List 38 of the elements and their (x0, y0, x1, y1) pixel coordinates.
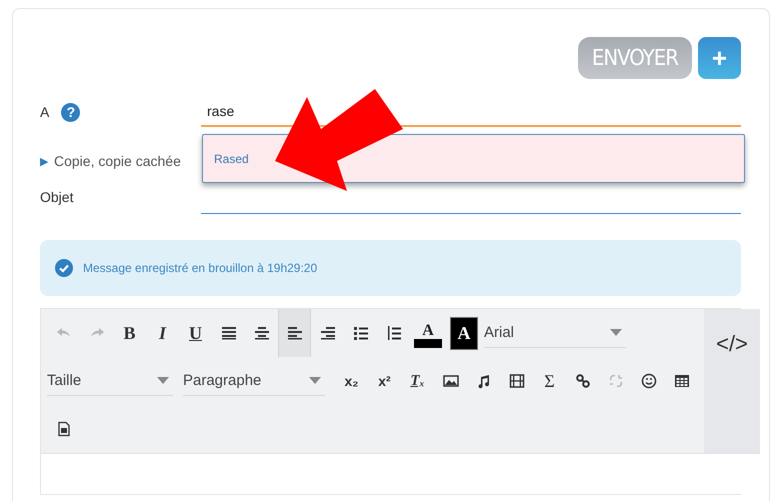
smiley-icon (640, 373, 656, 389)
source-code-button[interactable]: </> (710, 329, 754, 359)
music-note-icon (476, 373, 492, 389)
image-icon (442, 373, 458, 389)
document-icon (56, 421, 72, 437)
font-select[interactable]: Paragraphe (183, 366, 325, 396)
subject-label: Objet (40, 188, 74, 204)
highlight-color-button[interactable]: A (450, 316, 478, 350)
suggestion-item[interactable]: Rased (214, 152, 249, 166)
expand-toggle[interactable]: ▶ (40, 154, 48, 168)
numbered-list-icon (386, 325, 402, 341)
align-left-button[interactable] (278, 309, 311, 357)
align-right-icon (320, 325, 336, 341)
notice-text: Message enregistré en brouillon à 19h29:20 (83, 261, 318, 275)
bullet-list-icon (352, 325, 368, 341)
italic-button[interactable]: I (146, 309, 179, 357)
align-left-icon (286, 325, 302, 341)
caret-icon (309, 377, 321, 384)
cc-link[interactable]: Copie, copie cachée (54, 153, 181, 169)
recipient-label: A (40, 104, 50, 120)
caret-icon (610, 329, 622, 336)
justify-icon (220, 325, 236, 341)
clear-format-button[interactable]: Tₓ (401, 357, 434, 405)
link-icon (574, 373, 590, 389)
film-icon (508, 373, 524, 389)
bold-button[interactable]: B (113, 309, 146, 357)
caret-icon (157, 377, 169, 384)
broken-link-icon (608, 373, 624, 389)
superscript-button[interactable]: x² (368, 357, 401, 405)
font-select[interactable]: Arial (484, 318, 626, 348)
table-icon (674, 373, 690, 389)
subscript-button[interactable]: x₂ (335, 357, 368, 405)
formula-button[interactable]: Σ (533, 357, 566, 405)
font-select[interactable]: Taille (47, 366, 173, 396)
underline-button[interactable]: U (179, 309, 212, 357)
check-icon (55, 259, 73, 277)
help-icon[interactable]: ? (61, 102, 80, 122)
align-center-icon (254, 325, 270, 341)
